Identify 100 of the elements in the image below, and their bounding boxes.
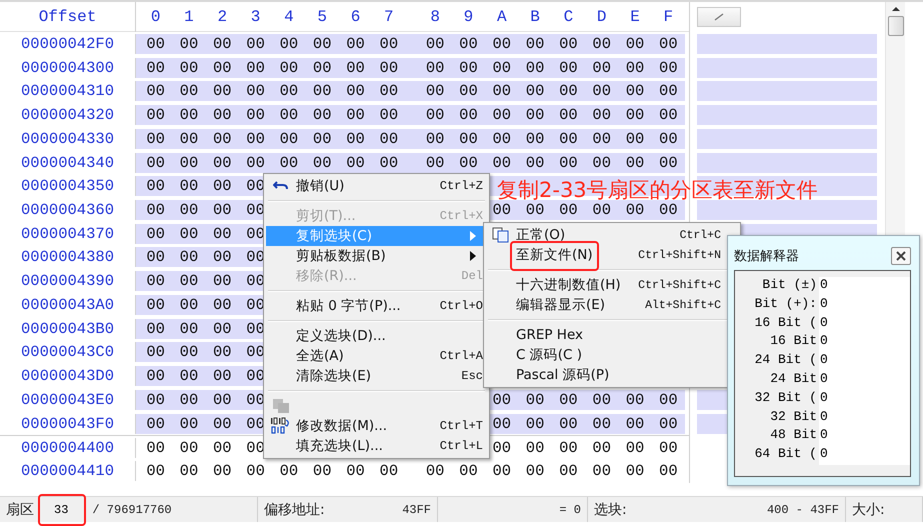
hex-byte: 00 (145, 58, 166, 77)
hex-byte: 00 (658, 154, 679, 172)
hex-byte: 00 (312, 34, 333, 53)
hex-byte: 00 (624, 154, 646, 172)
hex-byte: 00 (178, 390, 200, 409)
hex-byte: 00 (624, 82, 646, 100)
hex-byte: 00 (624, 130, 646, 148)
hex-byte: 00 (312, 82, 333, 100)
hex-byte: 00 (458, 462, 479, 480)
hex-byte: 00 (624, 106, 646, 124)
column-header: C (562, 8, 574, 26)
offset-cell-text: 0000004350 (20, 177, 115, 196)
block-range: 400 - 43FF (766, 502, 839, 516)
hex-byte: 00 (491, 106, 512, 124)
hex-byte: 00 (524, 438, 546, 457)
hex-byte: 00 (278, 34, 300, 53)
interpreter-value: 0 (819, 352, 910, 371)
hex-byte: 00 (624, 462, 646, 480)
hex-byte: 00 (524, 462, 546, 480)
hex-byte: 00 (624, 414, 646, 433)
sector-total: / 796917760 (92, 502, 172, 516)
hex-byte: 00 (624, 58, 646, 77)
column-header: E (629, 8, 641, 26)
hex-byte: 00 (178, 130, 200, 148)
interpreter-value: 0 (819, 333, 910, 352)
hex-byte: 00 (658, 414, 679, 433)
hex-byte: 00 (145, 272, 166, 290)
hex-byte: 00 (378, 154, 400, 172)
sector-label: 扇区 (6, 500, 34, 518)
hex-byte: 00 (458, 82, 479, 100)
hex-byte: 00 (458, 130, 479, 148)
column-header: 3 (250, 8, 262, 26)
hex-byte: 00 (178, 296, 200, 314)
hex-byte: 00 (378, 462, 400, 480)
interpreter-label: 32 Bit ( (754, 390, 818, 407)
hex-byte: 00 (558, 438, 579, 457)
sector-value: 33 (53, 502, 70, 516)
hex-byte: 00 (212, 58, 233, 77)
interpreter-value: 0 (819, 277, 910, 296)
hex-byte: 00 (212, 154, 233, 172)
hex-byte: 00 (624, 201, 646, 219)
hex-byte: 00 (212, 248, 233, 266)
hex-byte: 00 (524, 130, 546, 148)
hex-byte: 00 (491, 414, 512, 433)
column-header: B (529, 8, 541, 26)
hex-byte: 00 (378, 58, 400, 77)
hex-byte: 00 (591, 462, 612, 480)
hex-byte: 00 (658, 462, 679, 480)
offset-cell-text: 0000004380 (20, 248, 115, 266)
hex-byte: 00 (345, 82, 366, 100)
hex-byte: 00 (145, 462, 166, 480)
hex-byte: 00 (245, 106, 266, 124)
hex-byte: 00 (178, 414, 200, 433)
hex-byte: 00 (378, 106, 400, 124)
hex-byte: 00 (178, 82, 200, 100)
hex-byte: 00 (212, 82, 233, 100)
hex-byte: 00 (178, 224, 200, 243)
hex-byte: 00 (145, 367, 166, 386)
hex-byte: 00 (591, 130, 612, 148)
hex-byte: 00 (378, 130, 400, 148)
hex-byte: 00 (212, 462, 233, 480)
hex-byte: 00 (145, 390, 166, 409)
hex-byte: 00 (245, 58, 266, 77)
column-header: 2 (216, 8, 228, 26)
hex-byte: 00 (491, 390, 512, 409)
hex-byte: 00 (178, 248, 200, 266)
hex-byte: 00 (345, 462, 366, 480)
interpreter-label: 16 Bit ( (754, 314, 818, 332)
interpreter-value: 0 (819, 408, 910, 428)
hex-byte: 00 (245, 130, 266, 148)
offset-cell-text: 00000042F0 (20, 34, 115, 53)
hex-byte: 00 (591, 82, 612, 100)
hex-byte: 00 (145, 34, 166, 53)
column-header: 9 (462, 8, 474, 26)
interpreter-label: 24 Bit (769, 370, 818, 388)
hex-byte: 00 (424, 58, 446, 77)
hex-byte: 00 (524, 34, 546, 53)
hex-byte: 00 (378, 82, 400, 100)
hex-byte: 00 (312, 130, 333, 148)
hex-byte: 00 (212, 201, 233, 219)
interpreter-value: 0 (819, 296, 910, 315)
hex-byte: 00 (178, 343, 200, 362)
column-header: A (496, 8, 508, 26)
hex-byte: 00 (212, 296, 233, 314)
hex-byte: 00 (458, 34, 479, 53)
hex-byte: 00 (178, 106, 200, 124)
offset-cell-text: 0000004400 (20, 438, 115, 457)
hex-byte: 00 (178, 367, 200, 386)
hex-byte: 00 (278, 58, 300, 77)
hex-byte: 00 (212, 367, 233, 386)
offset-cell-text: 0000004300 (20, 58, 115, 77)
hex-byte: 00 (524, 82, 546, 100)
interpreter-value: 0 (819, 446, 910, 465)
hex-byte: 00 (278, 82, 300, 100)
hex-byte: 00 (178, 320, 200, 338)
hex-byte: 00 (278, 154, 300, 172)
column-header: 6 (350, 8, 362, 26)
interpreter-value: 0 (819, 370, 910, 390)
hex-byte: 00 (491, 34, 512, 53)
hex-byte: 00 (345, 58, 366, 77)
